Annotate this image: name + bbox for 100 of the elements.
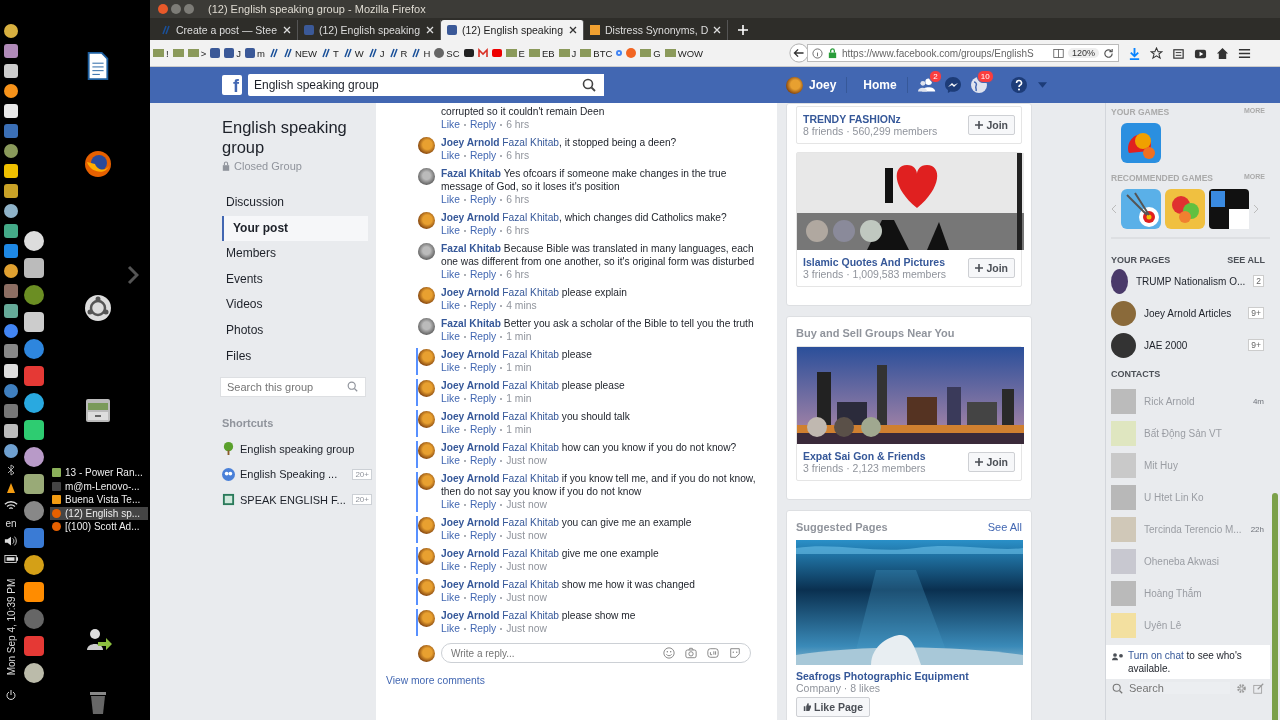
nav-item[interactable]: Videos: [222, 292, 368, 318]
star-icon[interactable]: [1150, 46, 1163, 60]
like-link[interactable]: Like: [441, 591, 460, 605]
zoom-level[interactable]: 120%: [1067, 48, 1099, 58]
app-icon[interactable]: [24, 663, 44, 683]
author-link[interactable]: Joey Arnold: [441, 517, 500, 528]
page-item[interactable]: JAE 2000 9+: [1111, 329, 1270, 361]
like-link[interactable]: Like: [441, 118, 460, 132]
friends-icon[interactable]: [917, 76, 936, 94]
bookmark[interactable]: m: [244, 47, 265, 59]
window-list-item[interactable]: Buena Vista Te...: [50, 493, 148, 507]
close-button[interactable]: [158, 4, 168, 14]
page-item[interactable]: TRUMP Nationalism O... 2: [1111, 265, 1270, 297]
nav-item[interactable]: Photos: [222, 317, 368, 344]
page-item[interactable]: Joey Arnold Articles 9+: [1111, 297, 1270, 329]
window-list-item[interactable]: 13 - Power Ran...: [50, 466, 148, 480]
reply-link[interactable]: Reply: [469, 591, 497, 605]
mention-link[interactable]: Fazal Khitab: [502, 349, 559, 360]
like-link[interactable]: Like: [441, 454, 460, 468]
bookmark[interactable]: E: [505, 47, 525, 59]
mention-link[interactable]: Fazal Khitab: [502, 548, 559, 559]
emoji-icon[interactable]: [663, 647, 675, 659]
author-link[interactable]: Joey Arnold: [441, 610, 500, 621]
reply-link[interactable]: Reply: [469, 149, 497, 163]
home-link[interactable]: Home: [863, 78, 897, 92]
menu-icon[interactable]: [1238, 46, 1251, 60]
reply-link[interactable]: Reply: [469, 392, 497, 406]
avatar[interactable]: [418, 473, 435, 490]
facebook-logo[interactable]: f: [222, 75, 242, 95]
like-link[interactable]: Like: [441, 299, 460, 313]
reply-link[interactable]: Reply: [469, 361, 497, 375]
circle-logo-icon[interactable]: [84, 294, 112, 322]
keyboard-layout[interactable]: en: [5, 518, 17, 529]
nav-item[interactable]: Your post: [222, 215, 368, 242]
turn-on-chat-link[interactable]: Turn on chat: [1128, 650, 1184, 661]
author-link[interactable]: Joey Arnold: [441, 473, 500, 484]
author-link[interactable]: Joey Arnold: [441, 442, 500, 453]
sticker-icon[interactable]: [729, 647, 741, 659]
bookmark[interactable]: WOW: [664, 47, 704, 59]
bookmark[interactable]: !: [153, 47, 169, 59]
reply-link[interactable]: Reply: [469, 423, 497, 437]
nav-item[interactable]: Events: [222, 266, 368, 293]
nav-item[interactable]: Discussion: [222, 190, 368, 216]
nav-item[interactable]: Files: [222, 343, 368, 370]
bookmark[interactable]: [463, 49, 474, 57]
avatar[interactable]: [418, 137, 435, 154]
mention-link[interactable]: Fazal Khitab: [502, 212, 559, 223]
bookmark[interactable]: J: [224, 47, 241, 59]
like-link[interactable]: Like: [441, 622, 460, 636]
author-link[interactable]: Joey Arnold: [441, 411, 500, 422]
cone-icon[interactable]: [4, 482, 18, 494]
reply-link[interactable]: Reply: [469, 560, 497, 574]
mention-link[interactable]: Fazal Khitab: [502, 442, 559, 453]
mention-link[interactable]: Fazal Khitab: [502, 137, 559, 148]
app-icon[interactable]: [24, 501, 44, 521]
mention-link[interactable]: Fazal Khitab: [502, 610, 559, 621]
bookmark[interactable]: H: [411, 47, 431, 59]
search-field[interactable]: Search this group: [220, 377, 366, 398]
shortcut-item[interactable]: SPEAK ENGLISH F... 20+: [222, 487, 372, 513]
avatar[interactable]: [418, 579, 435, 596]
search-field[interactable]: English speaking group: [248, 74, 604, 96]
join-button[interactable]: Join: [968, 452, 1015, 472]
mention-link[interactable]: Fazal Khitab: [502, 411, 559, 422]
like-page-button[interactable]: Like Page: [796, 697, 871, 717]
reply-link[interactable]: Reply: [469, 193, 497, 207]
like-link[interactable]: Like: [441, 361, 460, 375]
gif-icon[interactable]: [707, 647, 719, 659]
mention-link[interactable]: Fazal Khitab: [502, 517, 559, 528]
avatar[interactable]: [418, 243, 435, 260]
info-icon[interactable]: [812, 47, 823, 59]
author-link[interactable]: Joey Arnold: [441, 349, 500, 360]
author-link[interactable]: Joey Arnold: [441, 548, 500, 559]
app-icon[interactable]: [24, 231, 44, 251]
bookmark[interactable]: SC: [434, 47, 460, 59]
window-list-item[interactable]: [(100) Scott Ad...: [50, 520, 148, 534]
game-icon[interactable]: [1121, 189, 1161, 229]
author-link[interactable]: Joey Arnold: [441, 212, 500, 223]
author-link[interactable]: Fazal Khitab: [441, 168, 501, 179]
avatar[interactable]: [418, 548, 435, 565]
like-link[interactable]: Like: [441, 498, 460, 512]
game-icon[interactable]: [1209, 189, 1249, 229]
app-icon[interactable]: [4, 24, 18, 38]
chevron-right-icon[interactable]: [127, 265, 139, 285]
address-bar[interactable]: https://www.facebook.com/groups/EnglishS 120%: [807, 44, 1119, 62]
avatar[interactable]: [418, 168, 435, 185]
like-link[interactable]: Like: [441, 193, 460, 207]
avatar[interactable]: [418, 411, 435, 428]
bookmark[interactable]: W: [342, 47, 364, 59]
reply-link[interactable]: Reply: [469, 498, 497, 512]
app-icon[interactable]: [4, 84, 18, 98]
home-icon[interactable]: [1216, 46, 1229, 60]
clock[interactable]: Mon Sep 4, 10:39 PM: [5, 578, 17, 676]
browser-tab[interactable]: (12) English speaking: [441, 20, 584, 40]
reader-icon[interactable]: [1052, 47, 1064, 59]
like-link[interactable]: Like: [441, 149, 460, 163]
help-icon[interactable]: [1009, 76, 1028, 94]
like-link[interactable]: Like: [441, 224, 460, 238]
app-icon[interactable]: [24, 258, 44, 278]
join-button[interactable]: Join: [968, 115, 1015, 135]
reload-icon[interactable]: [1103, 47, 1114, 59]
